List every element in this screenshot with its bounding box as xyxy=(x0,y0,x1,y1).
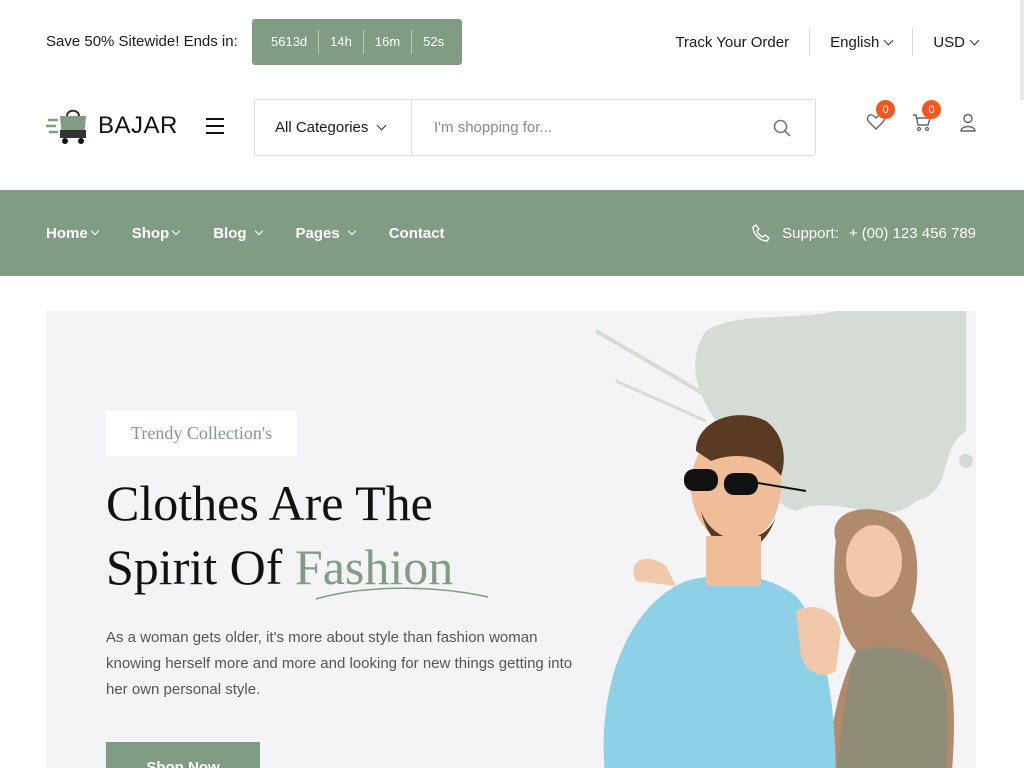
top-bar-links: Track Your Order English USD xyxy=(655,28,980,56)
hero-headline: Clothes Are The Spirit Of Fashion xyxy=(106,471,453,599)
chevron-down-icon xyxy=(254,226,263,236)
nav-menu: Home Shop Blog Pages Contact xyxy=(46,190,479,276)
support-phone-number: + (00) 123 456 789 xyxy=(848,224,976,242)
countdown-days: 5613d xyxy=(260,30,320,54)
wishlist-count-badge: 0 xyxy=(876,100,895,119)
chevron-down-icon xyxy=(883,35,894,45)
nav-item-shop[interactable]: Shop xyxy=(131,224,181,242)
logo-text: BAJAR xyxy=(98,112,178,139)
chevron-down-icon xyxy=(90,226,99,236)
support-label: Support: xyxy=(782,224,839,242)
nav-label: Shop xyxy=(131,224,170,242)
top-bar: Save 50% Sitewide! Ends in: 5613d 14h 16… xyxy=(0,0,1024,84)
nav-label: Home xyxy=(46,224,88,242)
logo[interactable]: BAJAR xyxy=(46,106,178,146)
header-actions: 0 0 xyxy=(866,100,978,132)
shop-now-button[interactable]: Shop Now xyxy=(106,742,260,768)
search-bar: All Categories xyxy=(254,99,816,156)
track-order-label: Track Your Order xyxy=(675,33,790,51)
nav-item-pages[interactable]: Pages xyxy=(295,224,356,242)
nav-label: Blog xyxy=(213,224,247,242)
hero-description: As a woman gets older, it's more about s… xyxy=(106,629,573,698)
language-dropdown[interactable]: English xyxy=(809,28,912,56)
main-nav: Home Shop Blog Pages Contact Support: + … xyxy=(0,190,1024,276)
countdown-hours: 14h xyxy=(319,30,364,54)
cart-count-badge: 0 xyxy=(922,100,941,119)
countdown-timer: 5613d 14h 16m 52s xyxy=(252,19,462,65)
nav-item-home[interactable]: Home xyxy=(46,224,99,242)
page-scrollbar[interactable] xyxy=(1020,0,1024,100)
shopping-bag-logo-icon xyxy=(46,109,86,144)
support-phone[interactable]: Support: + (00) 123 456 789 xyxy=(752,190,976,276)
headline-line-1: Clothes Are The xyxy=(106,475,433,531)
chevron-down-icon xyxy=(969,35,980,45)
search-icon xyxy=(773,119,791,137)
account-button[interactable] xyxy=(958,112,978,132)
chevron-down-icon xyxy=(171,226,181,236)
main-header: BAJAR All Categories 0 0 xyxy=(0,84,1024,190)
hero-banner: Trendy Collection's Clothes Are The Spir… xyxy=(46,311,976,768)
countdown-minutes: 16m xyxy=(364,30,413,54)
chevron-down-icon xyxy=(347,226,356,236)
menu-icon[interactable] xyxy=(206,118,224,134)
user-icon xyxy=(960,113,976,132)
promo-text: Save 50% Sitewide! Ends in: xyxy=(46,33,238,50)
track-order-link[interactable]: Track Your Order xyxy=(655,28,809,56)
accent-underline xyxy=(315,587,489,600)
category-select-label: All Categories xyxy=(275,119,369,136)
countdown-seconds: 52s xyxy=(423,34,445,49)
nav-label: Contact xyxy=(388,224,445,242)
currency-label: USD xyxy=(933,33,965,51)
phone-icon xyxy=(752,224,770,242)
search-button[interactable] xyxy=(749,100,815,155)
hero-image xyxy=(536,311,976,768)
cart-button[interactable]: 0 xyxy=(912,100,941,132)
nav-item-contact[interactable]: Contact xyxy=(389,225,445,242)
wishlist-button[interactable]: 0 xyxy=(866,100,895,132)
category-select[interactable]: All Categories xyxy=(255,100,412,155)
nav-label: Pages xyxy=(295,224,340,242)
search-input[interactable] xyxy=(412,100,749,155)
headline-prefix: Spirit Of xyxy=(106,539,283,595)
collection-tag: Trendy Collection's xyxy=(106,411,298,456)
shop-now-label: Shop Now xyxy=(146,758,220,768)
nav-item-blog[interactable]: Blog xyxy=(213,224,263,242)
language-label: English xyxy=(830,33,880,51)
chevron-down-icon xyxy=(376,120,387,131)
currency-dropdown[interactable]: USD xyxy=(912,28,980,56)
